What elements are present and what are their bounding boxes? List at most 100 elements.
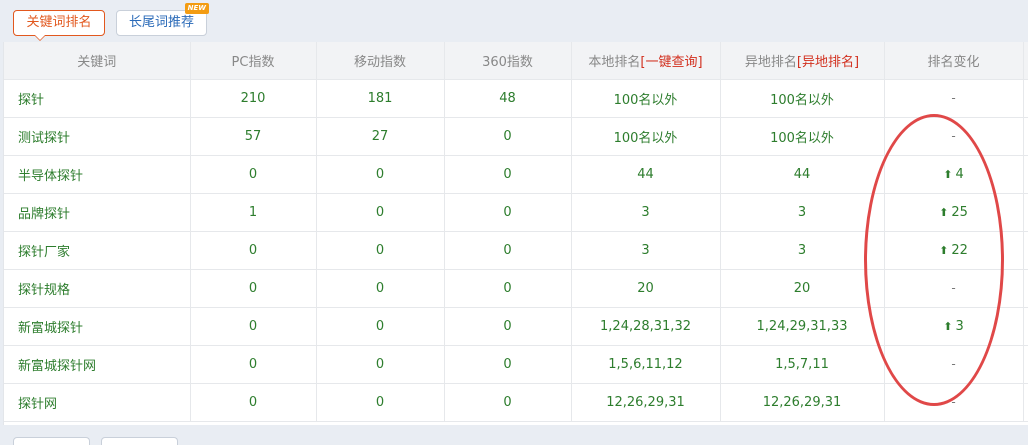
keyword-cell[interactable]: 探针 bbox=[4, 79, 191, 118]
rank-change-value: 4 bbox=[955, 166, 964, 182]
local-rank-cell: 1,24,28,31,32 bbox=[571, 307, 721, 346]
no-change-dash: - bbox=[951, 128, 956, 143]
rank-change-cell: ⬆ 3 bbox=[884, 307, 1024, 346]
rank-change-value: 3 bbox=[955, 318, 964, 334]
remote-rank-cell: 44 bbox=[720, 155, 885, 194]
remote-rank-cell: 3 bbox=[720, 193, 885, 232]
tab-longtail-label: 长尾词推荐 bbox=[128, 15, 194, 30]
remote-rank-cell: 12,26,29,31 bbox=[720, 383, 885, 422]
table-row: 半导体探针 0 0 0 44 44 ⬆ 4 bbox=[4, 155, 1028, 194]
table-header-row: 关键词 PC指数 移动指数 360指数 本地排名[一键查询] 异地排名[异地排名… bbox=[4, 42, 1028, 80]
remote-rank-link[interactable]: [异地排名] bbox=[797, 55, 859, 70]
no-change-dash: - bbox=[951, 394, 956, 409]
row-spacer bbox=[1023, 345, 1028, 384]
header-mobile-index: 移动指数 bbox=[316, 42, 445, 80]
local-rank-cell: 44 bbox=[571, 155, 721, 194]
remote-rank-cell: 100名以外 bbox=[720, 79, 885, 118]
keyword-cell[interactable]: 新富城探针 bbox=[4, 307, 191, 346]
index-360-cell: 48 bbox=[444, 79, 572, 118]
row-spacer bbox=[1023, 307, 1028, 346]
header-local-rank-label: 本地排名 bbox=[588, 54, 641, 70]
remote-rank-cell: 3 bbox=[720, 231, 885, 270]
pc-index-cell: 0 bbox=[190, 383, 317, 422]
local-rank-cell: 100名以外 bbox=[571, 117, 721, 156]
header-rank-change: 排名变化 bbox=[884, 42, 1024, 80]
remote-rank-cell: 1,24,29,31,33 bbox=[720, 307, 885, 346]
remote-rank-cell: 1,5,7,11 bbox=[720, 345, 885, 384]
local-rank-cell: 12,26,29,31 bbox=[571, 383, 721, 422]
pc-index-cell: 0 bbox=[190, 307, 317, 346]
table-row: 测试探针 57 27 0 100名以外 100名以外 - bbox=[4, 117, 1028, 156]
table-row: 新富城探针 0 0 0 1,24,28,31,32 1,24,29,31,33 ⬆ 3 bbox=[4, 307, 1028, 346]
rank-change-cell: - bbox=[884, 79, 1024, 118]
no-change-dash: - bbox=[951, 280, 956, 295]
remote-rank-cell: 100名以外 bbox=[720, 117, 885, 156]
header-remote-rank: 异地排名[异地排名] bbox=[720, 42, 885, 80]
mobile-index-cell: 0 bbox=[316, 383, 445, 422]
keyword-cell[interactable]: 探针规格 bbox=[4, 269, 191, 308]
keyword-cell[interactable]: 探针厂家 bbox=[4, 231, 191, 270]
local-rank-cell: 20 bbox=[571, 269, 721, 308]
local-rank-cell: 100名以外 bbox=[571, 79, 721, 118]
local-rank-cell: 1,5,6,11,12 bbox=[571, 345, 721, 384]
pc-index-cell: 210 bbox=[190, 79, 317, 118]
keyword-cell[interactable]: 新富城探针网 bbox=[4, 345, 191, 384]
keyword-ranking-table: 关键词 PC指数 移动指数 360指数 本地排名[一键查询] 异地排名[异地排名… bbox=[4, 42, 1028, 422]
index-360-cell: 0 bbox=[444, 383, 572, 422]
bottom-tab-bar bbox=[0, 425, 1028, 445]
tab-longtail-recommend[interactable]: 长尾词推荐 NEW bbox=[116, 3, 209, 36]
bottom-tab-2[interactable] bbox=[101, 437, 178, 445]
table-row: 探针网 0 0 0 12,26,29,31 12,26,29,31- bbox=[4, 383, 1028, 422]
pc-index-cell: 0 bbox=[190, 269, 317, 308]
no-change-dash: - bbox=[951, 356, 956, 371]
keyword-table-panel: 关键词 PC指数 移动指数 360指数 本地排名[一键查询] 异地排名[异地排名… bbox=[3, 42, 1028, 425]
tab-keyword-ranking[interactable]: 关键词排名 bbox=[13, 10, 105, 41]
local-rank-cell: 3 bbox=[571, 231, 721, 270]
index-360-cell: 0 bbox=[444, 193, 572, 232]
up-arrow-icon: ⬆ bbox=[939, 205, 949, 219]
header-360-index: 360指数 bbox=[444, 42, 572, 80]
rank-change-cell: ⬆ 22 bbox=[884, 231, 1024, 270]
remote-rank-cell: 20 bbox=[720, 269, 885, 308]
keyword-cell[interactable]: 测试探针 bbox=[4, 117, 191, 156]
keyword-cell[interactable]: 半导体探针 bbox=[4, 155, 191, 194]
mobile-index-cell: 0 bbox=[316, 155, 445, 194]
pc-index-cell: 0 bbox=[190, 231, 317, 270]
new-badge: NEW bbox=[184, 3, 209, 14]
table-row: 新富城探针网 0 0 0 1,5,6,11,12 1,5,7,11- bbox=[4, 345, 1028, 384]
header-local-rank: 本地排名[一键查询] bbox=[571, 42, 721, 80]
rank-change-cell: ⬆ 4 bbox=[884, 155, 1024, 194]
mobile-index-cell: 27 bbox=[316, 117, 445, 156]
bottom-tab-1[interactable] bbox=[13, 437, 90, 445]
header-spacer bbox=[1023, 42, 1028, 80]
row-spacer bbox=[1023, 79, 1028, 118]
table-row: 品牌探针 1 0 0 3 3 ⬆ 25 bbox=[4, 193, 1028, 232]
index-360-cell: 0 bbox=[444, 269, 572, 308]
row-spacer bbox=[1023, 193, 1028, 232]
row-spacer bbox=[1023, 155, 1028, 194]
one-click-query-link[interactable]: [一键查询] bbox=[640, 55, 702, 70]
rank-change-cell: - bbox=[884, 345, 1024, 384]
rank-change-cell: ⬆ 25 bbox=[884, 193, 1024, 232]
mobile-index-cell: 0 bbox=[316, 231, 445, 270]
keyword-cell[interactable]: 品牌探针 bbox=[4, 193, 191, 232]
keyword-cell[interactable]: 探针网 bbox=[4, 383, 191, 422]
tab-bar: 关键词排名 长尾词推荐 NEW bbox=[0, 0, 1028, 42]
mobile-index-cell: 0 bbox=[316, 345, 445, 384]
mobile-index-cell: 0 bbox=[316, 193, 445, 232]
rank-change-cell: - bbox=[884, 269, 1024, 308]
table-row: 探针规格 0 0 0 20 20- bbox=[4, 269, 1028, 308]
index-360-cell: 0 bbox=[444, 117, 572, 156]
row-spacer bbox=[1023, 269, 1028, 308]
local-rank-cell: 3 bbox=[571, 193, 721, 232]
index-360-cell: 0 bbox=[444, 345, 572, 384]
rank-change-value: 25 bbox=[951, 204, 968, 220]
pc-index-cell: 0 bbox=[190, 345, 317, 384]
rank-change-cell: - bbox=[884, 383, 1024, 422]
header-keyword: 关键词 bbox=[4, 42, 191, 80]
pc-index-cell: 0 bbox=[190, 155, 317, 194]
table-row: 探针厂家 0 0 0 3 3 ⬆ 22 bbox=[4, 231, 1028, 270]
index-360-cell: 0 bbox=[444, 155, 572, 194]
up-arrow-icon: ⬆ bbox=[943, 167, 953, 181]
up-arrow-icon: ⬆ bbox=[943, 319, 953, 333]
